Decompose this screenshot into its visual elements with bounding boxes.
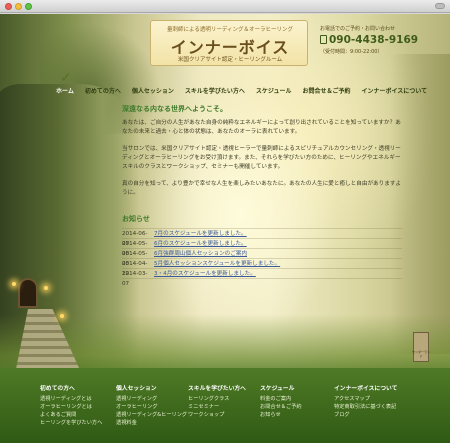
footer-link[interactable]: お知らせ	[260, 411, 302, 419]
news-date: 2014-04-12	[122, 261, 148, 277]
intro-paragraph: あなたは、ご自分の人生があなた自身の純粋なエネルギーによって創り出されていること…	[122, 120, 401, 135]
news-link[interactable]: 3・4月のスケジュールを更新しました。	[154, 269, 256, 278]
footer-heading[interactable]: 初めての方へ	[40, 383, 102, 392]
main-content: 深遠なる内なる世界へようこそ。 あなたは、ご自分の人生があなた自身の純粋なエネル…	[122, 104, 402, 287]
footer-link[interactable]: 透視リーディング	[116, 395, 187, 403]
contact-box: お電話でのご予約・お問い合わせ 090-4438-9169 （受付時間：9:00…	[320, 25, 430, 63]
lantern-icon	[60, 314, 64, 318]
footer-link[interactable]: 特定商取引法に基づく表記	[334, 403, 397, 411]
nav-item-about[interactable]: インナーボイスについて	[361, 86, 427, 96]
lantern-icon	[12, 282, 16, 286]
news-link[interactable]: 6月強群周山個人セッションのご案内	[154, 249, 247, 258]
close-window-icon[interactable]	[5, 3, 12, 10]
footer-link[interactable]: 料金のご案内	[260, 395, 302, 403]
phone-number[interactable]: 090-4438-9169	[320, 34, 430, 46]
nav-item-schedule[interactable]: スケジュール	[256, 86, 292, 96]
footer-link[interactable]: オーラヒーリングとは	[40, 403, 102, 411]
footer-heading[interactable]: インナーボイスについて	[334, 383, 397, 392]
footer-column-beginners: 初めての方へ 透視リーディングとは オーラヒーリングとは よくあるご質問 ヒーリ…	[40, 383, 102, 427]
contact-label: お電話でのご予約・お問い合わせ	[320, 26, 396, 32]
logo-subtitle: 米国クリアサイト認定・ヒーリングルーム	[177, 57, 283, 63]
footer-link[interactable]: 透視リーディングとは	[40, 395, 102, 403]
footer-link[interactable]: ヒーリングを学びたい方へ	[40, 419, 102, 427]
news-link[interactable]: 6月のスケジュールを更新しました。	[154, 239, 247, 248]
footer-column-about: インナーボイスについて アクセスマップ 特定商取引法に基づく表記 ブログ	[334, 383, 397, 419]
footer-link[interactable]: お問合せ＆ご予約	[260, 403, 302, 411]
footer-column-sessions: 個人セッション 透視リーディング オーラヒーリング 透視リーディング&ヒーリング…	[116, 383, 187, 427]
zoom-window-icon[interactable]	[25, 3, 32, 10]
footer-link[interactable]: よくあるご質問	[40, 411, 102, 419]
contact-hours: （受付時間：9:00-22:00）	[320, 49, 383, 55]
footer-link[interactable]: ヒーリングクラス	[188, 395, 246, 403]
lantern-icon	[44, 286, 48, 290]
news-item: 2014-05-08 6月のスケジュールを更新しました。	[122, 239, 402, 257]
footer-link[interactable]: アクセスマップ	[334, 395, 397, 403]
news-item: 2014-06-07 7月のスケジュールを更新しました。	[122, 229, 402, 247]
footer-heading[interactable]: スケジュール	[260, 383, 302, 392]
minimize-window-icon[interactable]	[15, 3, 22, 10]
footer-heading[interactable]: スキルを学びたい方へ	[188, 383, 246, 392]
news-link[interactable]: 7月のスケジュールを更新しました。	[154, 229, 247, 238]
phone-text: 090-4438-9169	[329, 34, 419, 46]
news-date: 2014-06-07	[122, 231, 148, 247]
intro-paragraph: 真の自分を知って、より豊かで幸せな人生を楽しみたいあなたに。あなたの人生に愛と癒…	[122, 181, 402, 196]
footer-link[interactable]: 透視リーディング&ヒーリング	[116, 411, 187, 419]
toolbar-toggle-icon[interactable]	[435, 3, 445, 9]
nav-item-learn-skills[interactable]: スキルを学びたい方へ	[185, 86, 245, 96]
news-item: 2014-05-03 6月強群周山個人セッションのご案内	[122, 249, 402, 267]
phone-icon	[320, 35, 327, 44]
nav-item-contact[interactable]: お問合せ＆ご予約	[302, 86, 350, 96]
nav-item-beginners[interactable]: 初めての方へ	[85, 86, 121, 96]
logo-tagline: 量刺師による透明リーディング＆オーラヒーリング	[167, 27, 293, 33]
nav-item-home[interactable]: ホーム	[56, 86, 74, 96]
news-link[interactable]: 5月個人セッションスケジュールを更新しました。	[154, 259, 280, 268]
site-logo[interactable]: 量刺師による透明リーディング＆オーラヒーリング インナーボイス 米国クリアサイト…	[150, 20, 308, 66]
news-item: 2014-03-07 3・4月のスケジュールを更新しました。	[122, 269, 402, 287]
footer-column-schedule: スケジュール 料金のご案内 お問合せ＆ご予約 お知らせ	[260, 383, 302, 419]
footer-link[interactable]: ブログ	[334, 411, 397, 419]
welcome-heading: 深遠なる内なる世界へようこそ。	[122, 105, 227, 113]
news-heading: お知らせ	[122, 215, 150, 223]
footer-link[interactable]: ワークショップ	[188, 411, 246, 419]
browser-titlebar	[0, 0, 450, 13]
footer-column-skills: スキルを学びたい方へ ヒーリングクラス ミニセミナー ワークショップ	[188, 383, 246, 419]
news-item: 2014-04-12 5月個人セッションスケジュールを更新しました。	[122, 259, 402, 277]
main-nav: ホーム 初めての方へ 個人セッション スキルを学びたい方へ スケジュール お問合…	[56, 86, 438, 96]
footer-link[interactable]: ミニセミナー	[188, 403, 246, 411]
news-list: 2014-06-07 7月のスケジュールを更新しました。 2014-05-08 6月…	[122, 228, 402, 287]
intro-paragraph: 当サロンでは、米国クリアサイト認定・透視ヒーラーで量刺師によるスピリチュアルカウ…	[122, 146, 401, 170]
news-date: 2014-05-08	[122, 241, 148, 257]
signpost-label: ワンダーランド	[411, 350, 430, 358]
news-date: 2014-03-07	[122, 271, 148, 287]
nav-item-sessions[interactable]: 個人セッション	[132, 86, 174, 96]
news-date: 2014-05-03	[122, 251, 148, 267]
footer-link[interactable]: 透視料金	[116, 419, 187, 427]
footer-link[interactable]: オーラヒーリング	[116, 403, 187, 411]
footer-heading[interactable]: 個人セッション	[116, 383, 187, 392]
bird-icon: ✓	[60, 70, 72, 86]
tree-door-illustration	[18, 278, 38, 308]
